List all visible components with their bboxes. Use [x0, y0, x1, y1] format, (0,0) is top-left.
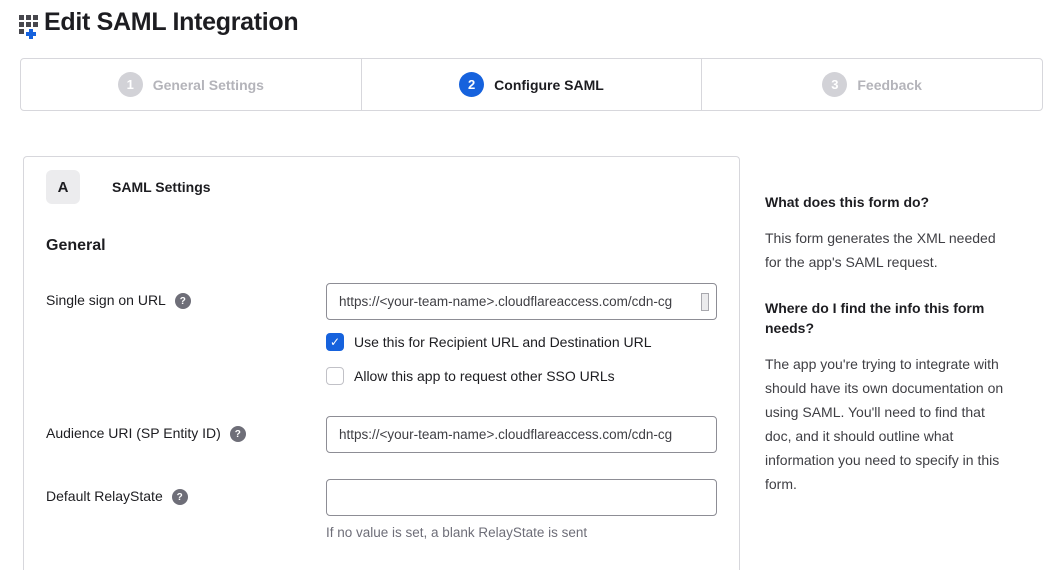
- recipient-destination-checkbox-row[interactable]: ✓ Use this for Recipient URL and Destina…: [326, 333, 717, 351]
- field-control-col: If no value is set, a blank RelayState i…: [326, 479, 717, 540]
- step-label: Configure SAML: [494, 77, 604, 93]
- text-cursor: [701, 293, 709, 311]
- help-icon[interactable]: ?: [175, 293, 191, 309]
- field-label-col: Default RelayState ?: [46, 479, 326, 540]
- step-general-settings[interactable]: 1 General Settings: [21, 59, 361, 110]
- step-number-badge: 3: [822, 72, 847, 97]
- sso-url-checkbox-group: ✓ Use this for Recipient URL and Destina…: [326, 333, 717, 385]
- help-paragraph-where: The app you're trying to integrate with …: [765, 352, 1015, 496]
- page-header: Edit SAML Integration: [0, 0, 1063, 39]
- default-relaystate-input[interactable]: [326, 479, 717, 516]
- content-area: A SAML Settings General Single sign on U…: [23, 156, 1063, 570]
- audience-uri-input[interactable]: https://<your-team-name>.cloudflareacces…: [326, 416, 717, 453]
- section-a-badge: A: [46, 170, 80, 204]
- help-heading-what: What does this form do?: [765, 192, 1015, 212]
- saml-settings-card: A SAML Settings General Single sign on U…: [23, 156, 740, 570]
- general-group-title: General: [46, 237, 715, 255]
- help-heading-where: Where do I find the info this form needs…: [765, 298, 1015, 338]
- step-label: General Settings: [153, 77, 264, 93]
- step-feedback[interactable]: 3 Feedback: [701, 59, 1042, 110]
- section-title: SAML Settings: [112, 179, 211, 195]
- app-grid-plus-icon: [17, 11, 44, 39]
- page-title: Edit SAML Integration: [44, 7, 298, 37]
- help-paragraph-what: This form generates the XML needed for t…: [765, 226, 1015, 274]
- step-number-badge: 1: [118, 72, 143, 97]
- field-label-col: Single sign on URL ?: [46, 283, 326, 385]
- other-sso-urls-checkbox-row[interactable]: Allow this app to request other SSO URLs: [326, 367, 717, 385]
- field-control-col: https://<your-team-name>.cloudflareacces…: [326, 283, 717, 385]
- field-row-audience-uri: Audience URI (SP Entity ID) ? https://<y…: [46, 416, 715, 453]
- section-header: A SAML Settings: [46, 170, 715, 204]
- checkbox-checked-icon[interactable]: ✓: [326, 333, 344, 351]
- default-relaystate-label: Default RelayState: [46, 488, 163, 504]
- field-row-sso-url: Single sign on URL ? https://<your-team-…: [46, 283, 715, 385]
- field-control-col: https://<your-team-name>.cloudflareacces…: [326, 416, 717, 453]
- checkbox-unchecked-icon[interactable]: [326, 367, 344, 385]
- field-label-col: Audience URI (SP Entity ID) ?: [46, 416, 326, 453]
- audience-uri-input-value: https://<your-team-name>.cloudflareacces…: [339, 427, 672, 442]
- step-label: Feedback: [857, 77, 922, 93]
- checkbox-label: Use this for Recipient URL and Destinati…: [354, 334, 652, 350]
- sso-url-input-value: https://<your-team-name>.cloudflareacces…: [339, 294, 672, 309]
- step-number-badge: 2: [459, 72, 484, 97]
- relaystate-helper-text: If no value is set, a blank RelayState i…: [326, 525, 717, 540]
- audience-uri-label: Audience URI (SP Entity ID): [46, 425, 221, 441]
- help-icon[interactable]: ?: [172, 489, 188, 505]
- wizard-steps-bar: 1 General Settings 2 Configure SAML 3 Fe…: [20, 58, 1043, 111]
- field-row-default-relaystate: Default RelayState ? If no value is set,…: [46, 479, 715, 540]
- help-panel: What does this form do? This form genera…: [765, 156, 1015, 520]
- checkbox-label: Allow this app to request other SSO URLs: [354, 368, 615, 384]
- sso-url-input[interactable]: https://<your-team-name>.cloudflareacces…: [326, 283, 717, 320]
- step-configure-saml[interactable]: 2 Configure SAML: [361, 59, 702, 110]
- help-icon[interactable]: ?: [230, 426, 246, 442]
- sso-url-label: Single sign on URL: [46, 292, 166, 308]
